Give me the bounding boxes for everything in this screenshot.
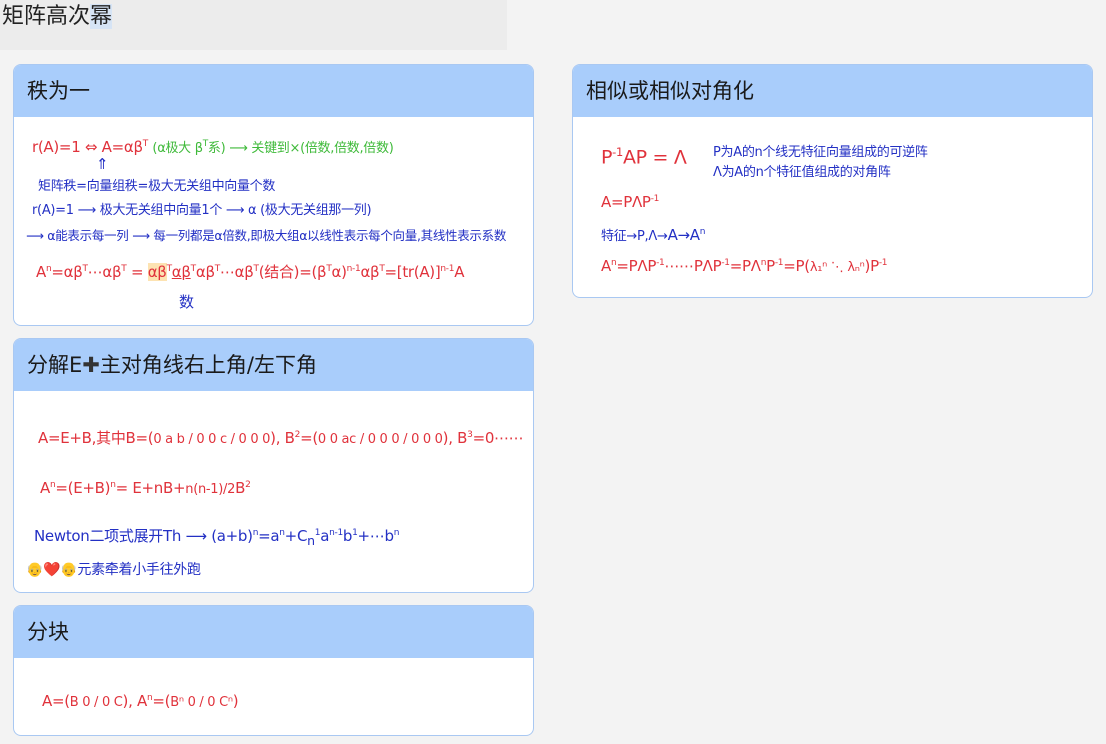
decompose-title-a: 分解E xyxy=(27,353,83,377)
similar-note-1: P为A的n个线无特征向量组成的可逆阵 xyxy=(713,145,928,160)
decompose-line-3: Newton二项式展开Th ⟶ (a+b)n=an+Cn1an-1b1+⋯bn xyxy=(34,527,400,548)
similar-note-2: Λ为A的n个特征值组成的对角阵 xyxy=(713,165,891,180)
decompose-line-1: A=E+B,其中B=(0 a b / 0 0 c / 0 0 0), B2=(0… xyxy=(38,429,524,447)
rank-one-arrow-up: ⇑ xyxy=(96,155,109,173)
card-decompose: 分解E✚主对角线右上角/左下角 A=E+B,其中B=(0 a b / 0 0 c… xyxy=(13,338,534,593)
similar-line-1: P-1AP = Λ xyxy=(601,145,687,169)
emoji-icon: 👴❤️👴 xyxy=(26,562,78,578)
card-rank-one-header: 秩为一 xyxy=(14,65,533,117)
block-line-1: A=(B 0 / 0 C), An=(Bⁿ 0 / 0 Cⁿ) xyxy=(42,692,239,710)
similar-line-4: An=PΛP-1⋯⋯PΛP-1=PΛnP-1=P(λ₁ⁿ ⋱ λₙⁿ)P-1 xyxy=(601,257,888,275)
rank-one-line-2: 矩阵秩=向量组秩=极大无关组中向量个数 xyxy=(38,179,276,194)
page-title-highlight: 幂 xyxy=(90,4,113,29)
decompose-caption-text: 元素牵着小手往外跑 xyxy=(77,562,201,578)
card-similar: 相似或相似对角化 P-1AP = Λ P为A的n个线无特征向量组成的可逆阵 Λ为… xyxy=(572,64,1093,298)
decompose-line-2: An=(E+B)n= E+nB+n(n-1)/2B2 xyxy=(40,479,251,497)
decompose-caption: 👴❤️👴元素牵着小手往外跑 xyxy=(26,559,201,579)
page-title: 矩阵高次幂 xyxy=(0,0,507,50)
similar-line-3: 特征→P,Λ→A→An xyxy=(601,226,706,244)
similar-line-2: A=PΛP-1 xyxy=(601,193,660,211)
page-title-main: 矩阵高次 xyxy=(2,4,91,29)
rank-one-line-1: r(A)=1 ⇔ A=αβT (α极大 βT系) ⟶ 关键到×(倍数,倍数,倍数… xyxy=(32,138,394,156)
card-block: 分块 A=(B 0 / 0 C), An=(Bⁿ 0 / 0 Cⁿ) xyxy=(13,605,534,736)
card-decompose-header: 分解E✚主对角线右上角/左下角 xyxy=(14,339,533,391)
card-similar-header: 相似或相似对角化 xyxy=(573,65,1092,117)
card-block-header: 分块 xyxy=(14,606,533,658)
card-rank-one: 秩为一 r(A)=1 ⇔ A=αβT (α极大 βT系) ⟶ 关键到×(倍数,倍… xyxy=(13,64,534,326)
plus-icon: ✚ xyxy=(82,353,100,377)
rank-one-line-5: An=αβT⋯αβT = αβTαβTαβT⋯αβT(结合)=(βTα)n-1α… xyxy=(36,263,465,281)
rank-one-line-4: ⟶ α能表示每一列 ⟶ 每一列都是α倍数,即极大组α以线性表示每个向量,其线性表… xyxy=(26,228,507,243)
decompose-title-b: 主对角线右上角/左下角 xyxy=(99,353,317,377)
rank-one-note-coefficient: 数 xyxy=(179,293,194,311)
rank-one-line-3: r(A)=1 ⟶ 极大无关组中向量1个 ⟶ α (极大无关组那一列) xyxy=(32,203,372,218)
